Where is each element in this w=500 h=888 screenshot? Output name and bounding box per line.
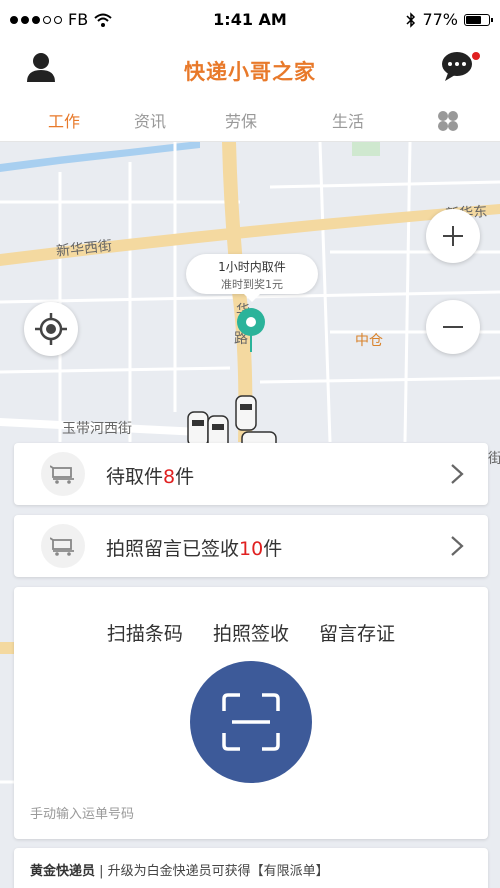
scan-panel: 扫描条码 拍照签收 留言存证 手动输入运单号码 (14, 587, 488, 839)
pickup-label: 待取件 (106, 466, 164, 488)
pending-pickup-text: 待取件8件 (106, 462, 194, 489)
app-header: 快递小哥之家 (0, 40, 500, 96)
top-tabs: 工作 资讯 劳保 生活 (0, 96, 500, 144)
chat-bubble-icon (442, 52, 472, 81)
signed-label: 拍照留言已签收 (106, 538, 240, 560)
signed-count: 10 (239, 538, 264, 560)
pending-pickup-card[interactable]: 待取件8件 (14, 443, 488, 505)
area-label: 中仓 (355, 333, 383, 349)
tab-life[interactable]: 生活 (332, 108, 364, 132)
tab-news[interactable]: 资讯 (134, 108, 166, 132)
street-label: 街 (488, 451, 500, 467)
scan-button[interactable] (190, 661, 312, 783)
system-status: 77% (406, 10, 493, 29)
tab-protection[interactable]: 劳保 (225, 108, 257, 132)
reward-callout: 1小时内取件 准时到奖1元 (186, 254, 318, 302)
manual-input-link[interactable]: 手动输入运单号码 (30, 803, 134, 822)
upgrade-hint: | 升级为白金快递员可获得【有限派单】 (95, 864, 329, 879)
cart-icon (41, 452, 85, 496)
courier-level-banner[interactable]: 黄金快递员 | 升级为白金快递员可获得【有限派单】 (14, 848, 488, 888)
level-text: 黄金快递员 | 升级为白金快递员可获得【有限派单】 (30, 860, 329, 879)
chevron-right-icon (451, 536, 464, 556)
pickup-unit: 件 (175, 466, 195, 488)
battery-icon (464, 13, 493, 26)
messages-button[interactable] (440, 50, 480, 86)
signed-parcels-card[interactable]: 拍照留言已签收10件 (14, 515, 488, 577)
tab-work[interactable]: 工作 (45, 108, 83, 144)
zoom-in-button[interactable] (426, 209, 480, 263)
status-bar: FB 1:41 AM 77% (0, 0, 500, 40)
battery-percent: 77% (422, 10, 458, 29)
street-label: 玉带河西街 (62, 421, 132, 437)
scan-options: 扫描条码 拍照签收 留言存证 (14, 619, 488, 646)
signed-unit: 件 (263, 538, 283, 560)
plus-icon (443, 226, 463, 246)
location-pin-icon[interactable] (236, 308, 266, 352)
app-title: 快递小哥之家 (184, 60, 316, 84)
more-apps-icon[interactable] (437, 110, 459, 132)
chevron-right-icon (451, 464, 464, 484)
minus-icon (443, 326, 463, 328)
photo-sign-option[interactable]: 拍照签收 (213, 623, 289, 645)
message-evidence-option[interactable]: 留言存证 (319, 623, 395, 645)
zoom-out-button[interactable] (426, 300, 480, 354)
callout-title: 1小时内取件 (218, 260, 286, 274)
scan-frame-icon (222, 693, 280, 751)
callout-reward: 准时到奖1元 (221, 278, 283, 291)
crosshair-icon (35, 313, 67, 345)
locate-me-button[interactable] (24, 302, 78, 356)
signed-parcels-text: 拍照留言已签收10件 (106, 534, 282, 561)
scan-barcode-option[interactable]: 扫描条码 (107, 623, 183, 645)
courier-level: 黄金快递员 (30, 864, 96, 879)
bluetooth-icon (406, 11, 416, 28)
unread-badge (472, 52, 480, 60)
pickup-count: 8 (163, 466, 176, 488)
cart-icon (41, 524, 85, 568)
